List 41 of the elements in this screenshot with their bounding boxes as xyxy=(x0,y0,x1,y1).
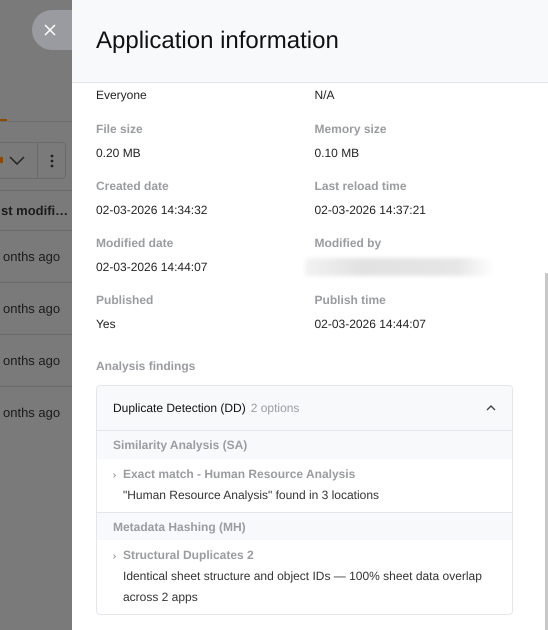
finding-title: Exact match - Human Resource Analysis xyxy=(123,466,356,483)
chevron-right-icon xyxy=(113,473,116,478)
tab-indicator xyxy=(0,119,7,121)
group-heading: Metadata Hashing (MH) xyxy=(113,518,246,536)
field-value: Yes xyxy=(96,316,117,333)
field-label: Publish time xyxy=(314,292,387,309)
more-icon[interactable] xyxy=(50,154,54,168)
table-cell-text: onths ago xyxy=(2,352,60,370)
accordion-header[interactable]: Duplicate Detection (DD) 2 options xyxy=(97,386,512,431)
field-label: File size xyxy=(96,121,144,138)
field-value: 02-03-2026 14:34:32 xyxy=(96,202,208,219)
group-heading: Similarity Analysis (SA) xyxy=(113,437,248,454)
close-button[interactable] xyxy=(32,10,72,50)
field-label: Memory size xyxy=(314,121,388,138)
field-value: 0.10 MB xyxy=(314,145,360,162)
section-heading: Analysis findings xyxy=(96,358,196,375)
close-icon xyxy=(44,24,56,36)
finding-title: Structural Duplicates 2 xyxy=(123,547,255,564)
table-cell-text: onths ago xyxy=(2,404,60,422)
panel-title: Application information xyxy=(96,26,339,56)
field-label: Modified by xyxy=(314,235,382,252)
field-value: 02-03-2026 14:44:07 xyxy=(314,316,427,333)
field-value: N/A xyxy=(314,87,336,104)
column-header: st modifi… xyxy=(0,202,68,220)
field-value: Everyone xyxy=(96,87,148,104)
field-value: 0.20 MB xyxy=(96,145,142,162)
field-label: Published xyxy=(96,292,154,309)
finding-detail: "Human Resource Analysis" found in 3 locations xyxy=(123,487,380,504)
finding-detail: Identical sheet structure and object IDs — 100% sheet data overlap across 2 apps xyxy=(123,568,483,606)
table-cell-text: onths ago xyxy=(2,248,60,266)
chevron-down-icon[interactable] xyxy=(9,156,25,165)
field-label: Created date xyxy=(96,178,170,195)
field-value: 02-03-2026 14:37:21 xyxy=(314,202,427,219)
table-cell-text: onths ago xyxy=(2,300,60,318)
field-value: 02-03-2026 14:44:07 xyxy=(96,259,208,276)
field-label: Modified date xyxy=(96,235,174,252)
option-count: 2 options xyxy=(250,400,300,417)
chevron-right-icon xyxy=(113,554,116,559)
accordion-title: Duplicate Detection (DD) xyxy=(113,400,246,417)
field-label: Last reload time xyxy=(314,178,408,195)
indicator-fragment xyxy=(0,157,3,163)
